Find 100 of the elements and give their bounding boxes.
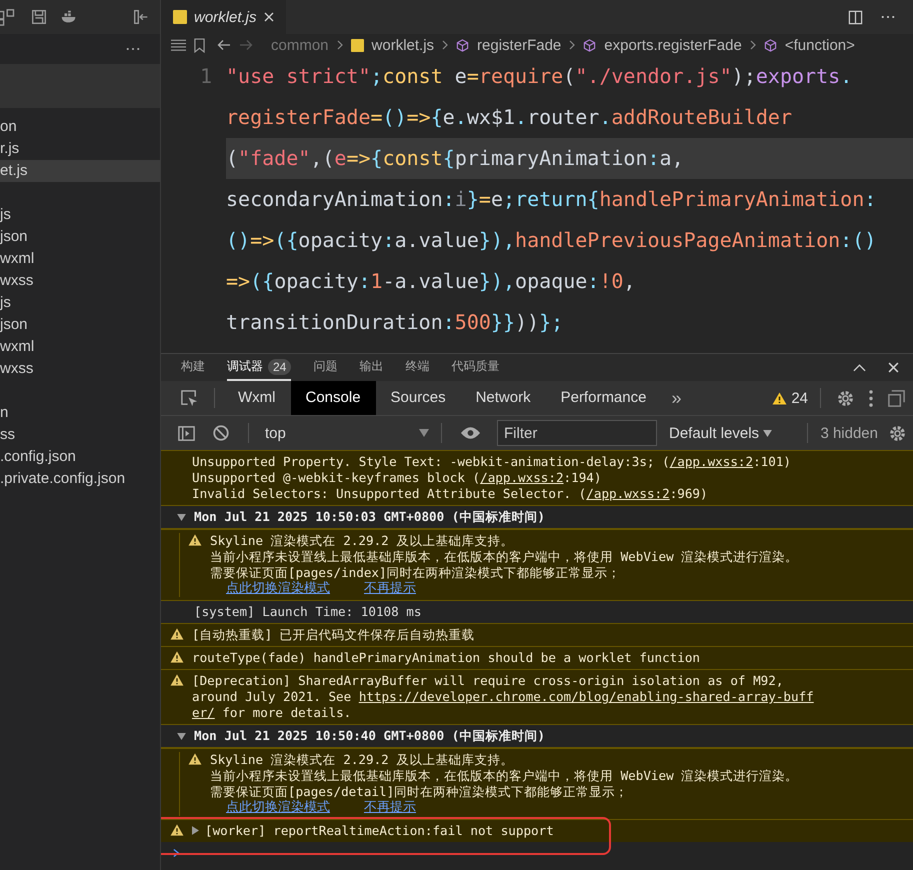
file-item[interactable]: wxss: [0, 358, 160, 380]
expand-triangle-icon[interactable]: [177, 732, 186, 740]
dropdown-arrow-icon[interactable]: [763, 430, 772, 436]
file-item[interactable]: js: [0, 204, 160, 226]
save-icon[interactable]: [30, 8, 48, 26]
cube-icon: [583, 38, 596, 52]
panel-tab[interactable]: 构建: [181, 354, 205, 381]
action-link[interactable]: 点此切换渲染模式: [226, 581, 330, 597]
log-message: 当前小程序未设置线上最低基础库版本，在低版本的客户端中，将使用 WebView 渲染模式进行渲染。: [210, 549, 798, 565]
devtools-tab[interactable]: Sources: [376, 381, 461, 415]
log-message: [Deprecation] SharedArrayBuffer will require cross-origin isolation as of M92,: [192, 673, 784, 689]
expand-triangle-icon[interactable]: [177, 514, 186, 520]
file-item[interactable]: json: [0, 226, 160, 248]
warning-icon: [188, 534, 202, 546]
warning-icon: [170, 651, 184, 663]
dock-icon[interactable]: [887, 388, 906, 408]
sidebar-toggle-icon[interactable]: [177, 424, 196, 442]
devtools-tab[interactable]: Console: [290, 381, 376, 415]
code-line: registerFade=()=>{e.wx$1.router.addRouteBuilder: [226, 104, 794, 131]
link[interactable]: /app.wxss:2: [480, 470, 564, 485]
devtools-tab[interactable]: Wxml: [223, 381, 290, 415]
context-select[interactable]: top: [261, 424, 415, 442]
file-item[interactable]: et.js: [0, 160, 160, 182]
hidden-count: 3 hidden: [820, 424, 878, 442]
panel-tab[interactable]: 终端: [405, 354, 430, 381]
settings-icon[interactable]: [888, 424, 907, 442]
file-tab[interactable]: worklet.js: [161, 0, 286, 34]
panel-tab[interactable]: 输出: [359, 354, 384, 381]
log-message: Invalid Selectors: Unsupported Attribute Selector. (/app.wxss:2:969): [192, 486, 709, 502]
breadcrumb-item[interactable]: <function>: [784, 36, 855, 54]
code-line: transitionDuration:500}}))};: [226, 309, 564, 336]
file-item[interactable]: .config.json: [0, 446, 160, 468]
link[interactable]: https://developer.chrome.com/blog/enabling-shared-array-buff: [358, 689, 814, 704]
close-icon[interactable]: [888, 362, 899, 373]
clear-console-icon[interactable]: [212, 424, 230, 442]
file-item[interactable]: wxml: [0, 248, 160, 270]
warning-icon: [772, 392, 788, 404]
cube-icon: [764, 38, 777, 52]
bookmark-icon[interactable]: [194, 38, 205, 52]
more-tabs-button[interactable]: »: [661, 388, 700, 408]
action-link[interactable]: 不再提示: [364, 800, 416, 816]
link[interactable]: /app.wxss:2: [670, 454, 754, 469]
action-link[interactable]: 不再提示: [364, 581, 416, 597]
file-item[interactable]: wxss: [0, 270, 160, 292]
file-item[interactable]: on: [0, 116, 160, 138]
file-item[interactable]: json: [0, 314, 160, 336]
filter-input[interactable]: Filter: [497, 420, 657, 446]
breadcrumb-item[interactable]: registerFade: [477, 36, 562, 54]
warning-icon: [170, 628, 184, 640]
inspect-icon[interactable]: [180, 388, 199, 408]
chevron-icon: [336, 40, 343, 50]
prompt-icon[interactable]: [173, 848, 180, 858]
link[interactable]: /app.wxss:2: [586, 486, 670, 501]
chevron-icon: [442, 40, 448, 50]
warning-icon: [170, 674, 184, 686]
eye-icon[interactable]: [460, 426, 481, 440]
breadcrumb-item[interactable]: worklet.js: [372, 36, 434, 54]
log-levels-dropdown[interactable]: Default levels: [669, 424, 760, 442]
log-message: Skyline 渲染模式在 2.29.2 及以上基础库支持。: [210, 533, 514, 549]
back-arrow-icon[interactable]: [217, 39, 231, 51]
log-message: [worker] reportRealtimeAction:fail not support: [205, 823, 554, 839]
warning-icon: [170, 824, 184, 836]
log-message: routeType(fade) handlePrimaryAnimation should be a worklet function: [192, 650, 700, 666]
chevron-icon: [569, 40, 576, 50]
chevron-up-icon[interactable]: [853, 364, 866, 372]
code-line: ()=>({opacity:a.value}),handlePreviousPageAnimation:(): [226, 227, 878, 254]
devtools-tab[interactable]: Network: [460, 381, 546, 415]
warning-count[interactable]: 24: [791, 390, 808, 406]
close-icon[interactable]: [264, 12, 274, 22]
code-line: =>({opacity:1-a.value}),opaque:!0,: [226, 268, 636, 295]
more-icon[interactable]: [881, 15, 895, 19]
file-item[interactable]: n: [0, 402, 160, 424]
collapse-panel-icon[interactable]: [132, 8, 150, 26]
file-item[interactable]: ss: [0, 424, 160, 446]
code-line: secondaryAnimation:i}=e;return{handlePrimaryAnimation:: [226, 186, 878, 213]
log-message: Unsupported Property. Style Text: -webkit-animation-delay:3s; (/app.wxss:2:101): [192, 454, 791, 470]
group-header: Mon Jul 21 2025 10:50:03 GMT+0800 (中国标准时间): [194, 508, 545, 526]
kebab-menu-icon[interactable]: [869, 390, 873, 406]
expand-triangle-icon[interactable]: [192, 826, 199, 835]
panel-tab[interactable]: 问题: [313, 354, 338, 381]
list-icon[interactable]: [171, 39, 186, 51]
log-message: Skyline 渲染模式在 2.29.2 及以上基础库支持。: [210, 752, 514, 768]
file-item[interactable]: r.js: [0, 138, 160, 160]
log-message: Unsupported @-webkit-keyframes block (/app.wxss:2:194): [192, 470, 602, 486]
file-item[interactable]: js: [0, 292, 160, 314]
breadcrumb-item[interactable]: exports.registerFade: [604, 36, 742, 54]
log-message: around July 2021. See https://developer.chrome.com/blog/enabling-shared-array-buff: [192, 689, 814, 705]
file-item[interactable]: .private.config.json: [0, 468, 160, 490]
settings-icon[interactable]: [836, 388, 855, 408]
more-icon[interactable]: [126, 47, 140, 51]
log-message: [自动热重载] 已开启代码文件保存后自动热重载: [192, 627, 475, 643]
link[interactable]: er/: [192, 705, 215, 720]
warning-icon: [188, 753, 202, 765]
dropdown-arrow-icon[interactable]: [419, 429, 429, 437]
action-link[interactable]: 点此切换渲染模式: [226, 800, 330, 816]
devtools-tab[interactable]: Performance: [546, 381, 662, 415]
panel-tab[interactable]: 代码质量: [451, 354, 500, 381]
log-message: [system] Launch Time: 10108 ms: [194, 604, 422, 620]
file-item[interactable]: wxml: [0, 336, 160, 358]
split-editor-icon[interactable]: [848, 10, 863, 24]
